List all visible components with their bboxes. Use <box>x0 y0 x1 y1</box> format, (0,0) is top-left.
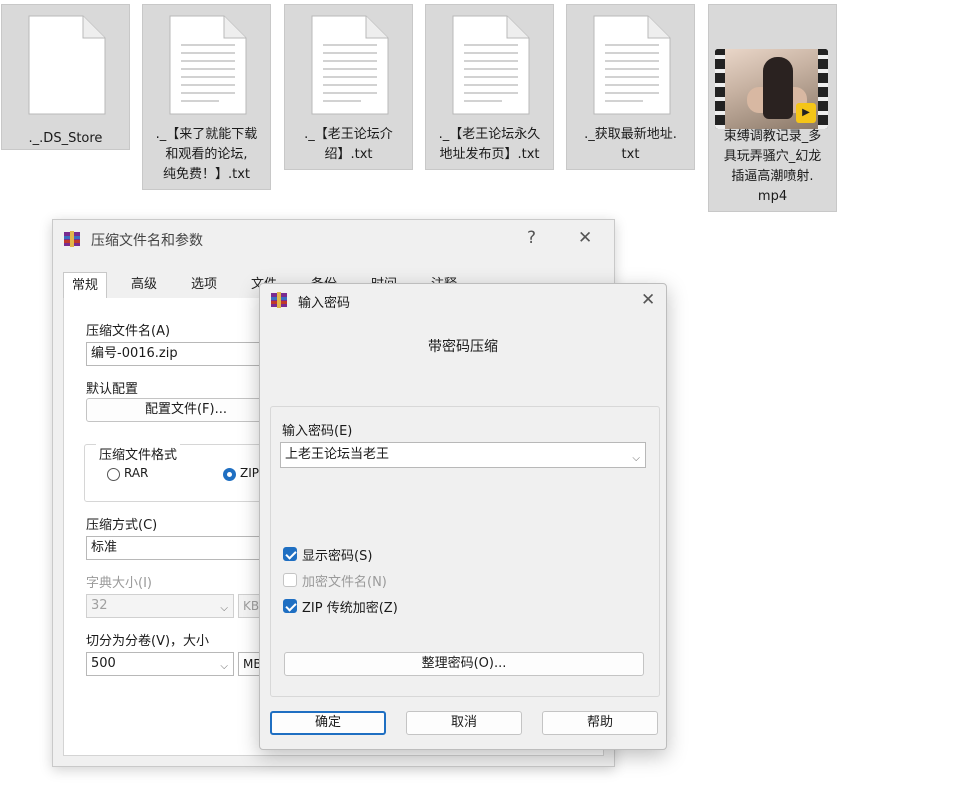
show-password-label: 显示密码(S) <box>302 549 373 564</box>
file-tile-txt[interactable]: ._【老王论坛永久 地址发布页】.txt <box>425 4 554 170</box>
tab-general[interactable]: 常规 <box>63 272 108 300</box>
text-document-icon <box>452 15 530 115</box>
format-rar-label: RAR <box>124 466 149 480</box>
archive-name-input[interactable]: 编号-0016.zip <box>86 342 286 366</box>
dialog-title: 压缩文件名和参数 <box>91 233 203 249</box>
encrypt-filenames-checkbox[interactable] <box>283 573 297 587</box>
file-tile-video[interactable]: ▶ 束缚调教记录_多 具玩弄骚穴_幻龙 插逼高潮喷射. mp4 <box>708 4 837 212</box>
file-name: 束缚调教记录_多 具玩弄骚穴_幻龙 插逼高潮喷射. mp4 <box>723 129 822 204</box>
tab-options[interactable]: 选项 <box>183 272 225 298</box>
document-icon <box>28 15 106 115</box>
file-tile-txt[interactable]: ._获取最新地址. txt <box>566 4 695 170</box>
ok-button[interactable]: 确定 <box>270 711 386 735</box>
winrar-icon <box>271 292 287 308</box>
text-document-icon <box>311 15 389 115</box>
file-name: ._【老王论坛永久 地址发布页】.txt <box>438 127 541 162</box>
password-dialog: 输入密码 ✕ 带密码压缩 输入密码(E) 上老王论坛当老王 ⌵ 显示密码(S) … <box>259 283 667 750</box>
organize-passwords-button[interactable]: 整理密码(O)... <box>284 652 644 676</box>
split-size-select[interactable]: 500 ⌵ <box>86 652 234 676</box>
help-button[interactable]: 帮助 <box>542 711 658 735</box>
file-tile-ds-store[interactable]: ._.DS_Store <box>1 4 130 150</box>
dict-size-label: 字典大小(I) <box>86 576 152 591</box>
close-button[interactable]: ✕ <box>641 290 655 310</box>
file-tile-txt[interactable]: ._【老王论坛介 绍】.txt <box>284 4 413 170</box>
zip-legacy-encryption-checkbox[interactable] <box>283 599 297 613</box>
profiles-button[interactable]: 配置文件(F)... <box>86 398 286 422</box>
file-tile-txt[interactable]: ._【来了就能下载 和观看的论坛, 纯免费！】.txt <box>142 4 271 190</box>
help-button[interactable]: ? <box>527 228 536 248</box>
chevron-down-icon[interactable]: ⌵ <box>632 447 640 471</box>
dict-size-select: 32 ⌵ <box>86 594 234 618</box>
winrar-icon <box>64 231 80 247</box>
zip-legacy-encryption-label: ZIP 传统加密(Z) <box>302 601 398 616</box>
file-name: ._.DS_Store <box>28 131 103 146</box>
encrypt-filenames-label: 加密文件名(N) <box>302 575 387 590</box>
format-group-label: 压缩文件格式 <box>96 444 181 463</box>
format-rar-radio[interactable] <box>107 468 120 481</box>
show-password-checkbox[interactable] <box>283 547 297 561</box>
file-name: ._获取最新地址. txt <box>584 127 677 162</box>
dialog-heading: 带密码压缩 <box>428 339 498 355</box>
video-thumbnail: ▶ <box>715 49 828 129</box>
format-zip-radio[interactable] <box>223 468 236 481</box>
chevron-down-icon: ⌵ <box>220 661 228 672</box>
close-button[interactable]: ✕ <box>578 228 592 248</box>
dialog-title: 输入密码 <box>298 296 351 311</box>
default-profile-label: 默认配置 <box>86 382 139 397</box>
archive-name-label: 压缩文件名(A) <box>86 324 171 339</box>
password-label: 输入密码(E) <box>282 424 353 439</box>
chevron-down-icon: ⌵ <box>220 603 228 614</box>
play-badge-icon: ▶ <box>796 103 816 123</box>
text-document-icon <box>169 15 247 115</box>
tab-advanced[interactable]: 高级 <box>123 272 165 298</box>
method-select[interactable]: 标准 <box>86 536 286 560</box>
password-input[interactable]: 上老王论坛当老王 ⌵ <box>280 442 646 468</box>
file-name: ._【老王论坛介 绍】.txt <box>304 127 393 162</box>
file-name: ._【来了就能下载 和观看的论坛, 纯免费！】.txt <box>155 127 258 182</box>
split-volume-label: 切分为分卷(V)，大小 <box>86 634 210 649</box>
method-label: 压缩方式(C) <box>86 518 158 533</box>
cancel-button[interactable]: 取消 <box>406 711 522 735</box>
text-document-icon <box>593 15 671 115</box>
format-zip-label: ZIP <box>240 466 259 480</box>
